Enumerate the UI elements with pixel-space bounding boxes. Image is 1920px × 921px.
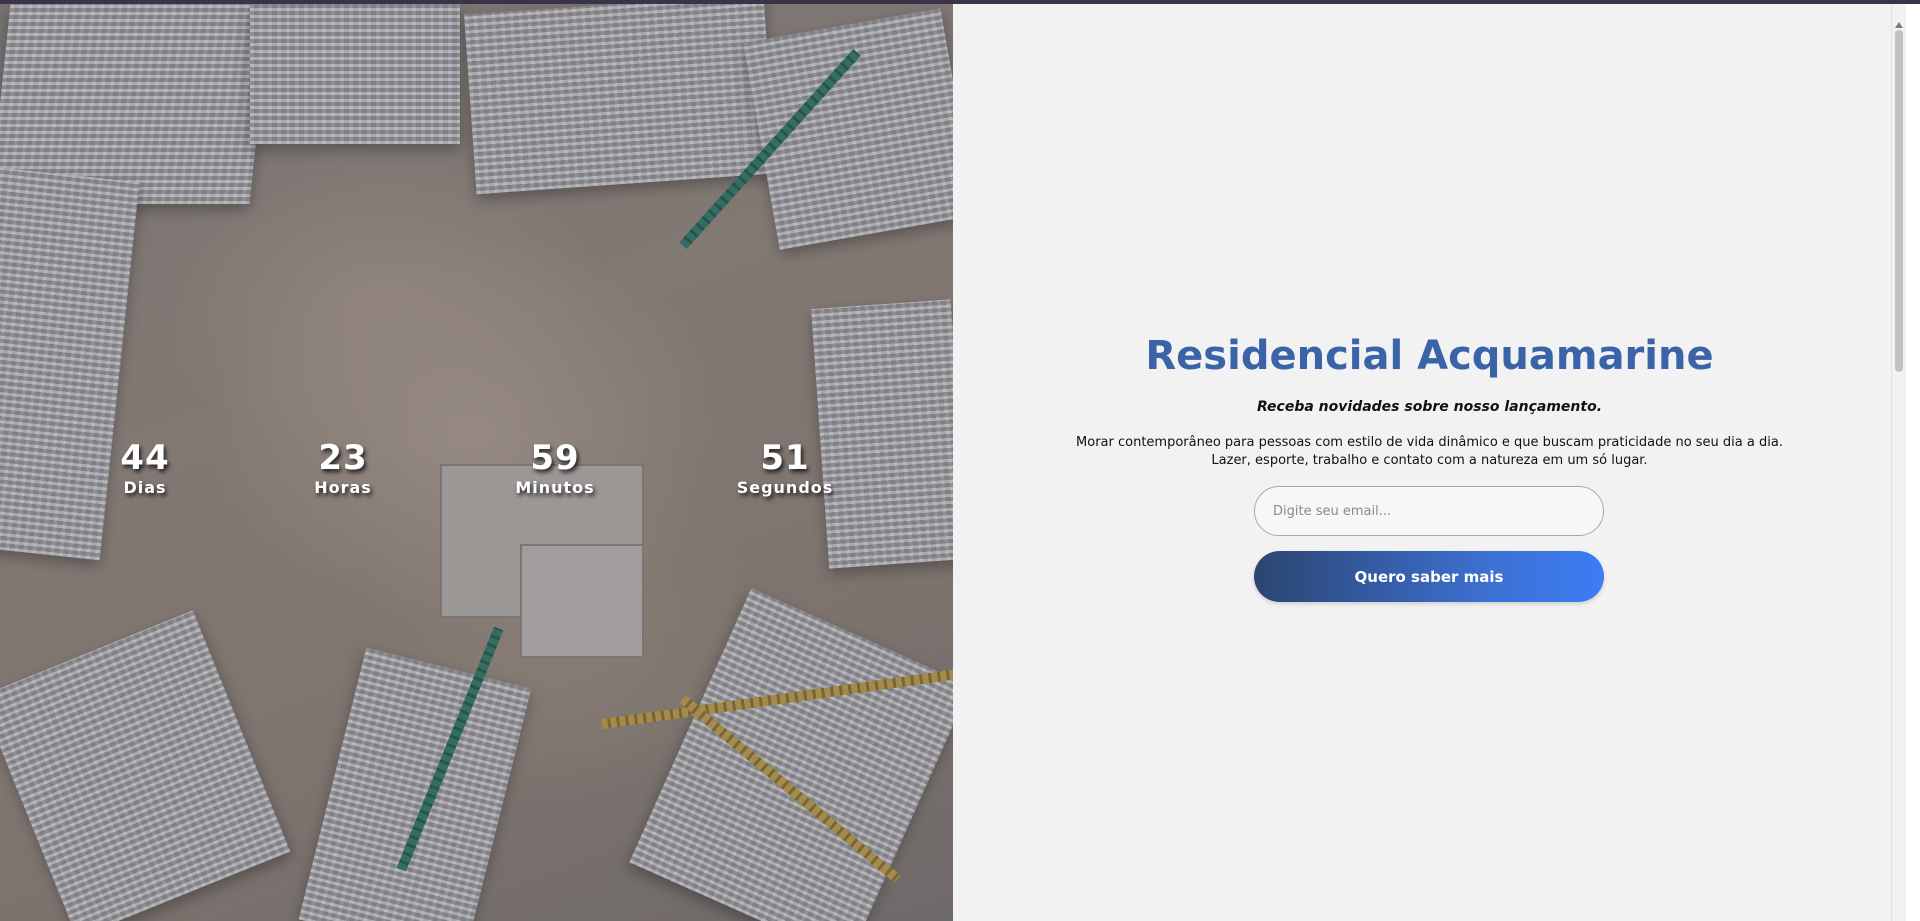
countdown-timer: 44 Dias 23 Horas 59 Minutos 51 Segundos bbox=[0, 438, 953, 508]
countdown-seconds: 51 Segundos bbox=[725, 438, 845, 498]
window-top-bar bbox=[0, 0, 1920, 4]
countdown-seconds-value: 51 bbox=[760, 438, 810, 478]
scrollbar-thumb[interactable] bbox=[1895, 30, 1903, 372]
hero-construction-image: 44 Dias 23 Horas 59 Minutos 51 Segundos bbox=[0, 4, 953, 921]
countdown-days-value: 44 bbox=[120, 438, 170, 478]
tagline: Receba novidades sobre nosso lançamento. bbox=[1256, 399, 1603, 415]
description-line: Morar contemporâneo para pessoas com est… bbox=[1076, 435, 1783, 450]
countdown-days-label: Dias bbox=[123, 478, 167, 497]
submit-button[interactable]: Quero saber mais bbox=[1254, 551, 1604, 602]
description: Morar contemporâneo para pessoas com est… bbox=[953, 434, 1906, 470]
countdown-hours-value: 23 bbox=[318, 438, 368, 478]
countdown-hours-label: Horas bbox=[314, 478, 372, 497]
page-title: Residencial Acquamarine bbox=[1145, 333, 1714, 379]
scroll-up-arrow-icon[interactable] bbox=[1895, 22, 1903, 28]
description-line: Lazer, esporte, trabalho e contato com a… bbox=[1211, 453, 1648, 468]
email-input[interactable] bbox=[1254, 486, 1604, 536]
countdown-minutes-value: 59 bbox=[530, 438, 580, 478]
countdown-days: 44 Dias bbox=[110, 438, 180, 498]
countdown-minutes: 59 Minutos bbox=[505, 438, 605, 498]
scrollbar[interactable] bbox=[1891, 4, 1906, 921]
countdown-seconds-label: Segundos bbox=[736, 478, 834, 497]
countdown-hours: 23 Horas bbox=[303, 438, 383, 498]
signup-panel: Residencial Acquamarine Receba novidades… bbox=[953, 4, 1906, 921]
landing-page: 44 Dias 23 Horas 59 Minutos 51 Segundos … bbox=[0, 4, 1920, 921]
countdown-minutes-label: Minutos bbox=[515, 478, 595, 497]
